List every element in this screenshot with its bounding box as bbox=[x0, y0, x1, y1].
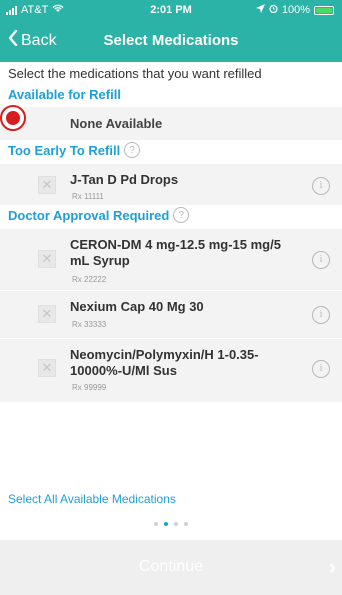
medication-name: Nexium Cap 40 Mg 30 bbox=[70, 299, 204, 314]
medication-rx: Rx 22222 bbox=[72, 275, 107, 284]
continue-button[interactable]: Continue bbox=[0, 558, 342, 576]
medication-row-3[interactable]: ✕ Nexium Cap 40 Mg 30 Rx 33333 i bbox=[0, 290, 342, 338]
alarm-icon bbox=[269, 4, 278, 16]
instructions-text: Select the medications that you want ref… bbox=[8, 66, 262, 81]
medication-row-4[interactable]: ✕ Neomycin/Polymyxin/H 1-0.35-10000%-U/M… bbox=[0, 338, 342, 402]
medication-rx: Rx 33333 bbox=[72, 320, 107, 329]
header-bar: AT&T 2:01 PM 100% Back Select Medication… bbox=[0, 0, 342, 62]
medication-name: CERON-DM 4 mg-12.5 mg-15 mg/5 mL Syrup bbox=[70, 237, 281, 268]
nav-bar: Back Select Medications bbox=[0, 26, 342, 60]
help-icon[interactable]: ? bbox=[173, 207, 190, 223]
medication-row-2[interactable]: ✕ CERON-DM 4 mg-12.5 mg-15 mg/5 mL Syrup… bbox=[0, 228, 342, 290]
battery-percent: 100% bbox=[281, 4, 310, 16]
medication-checkbox[interactable]: ✕ bbox=[38, 359, 56, 377]
page-dot bbox=[174, 522, 178, 526]
medication-name: J-Tan D Pd Drops bbox=[70, 172, 179, 187]
info-icon[interactable]: i bbox=[312, 360, 330, 378]
footer-bar: Continue › bbox=[0, 540, 342, 595]
page-dot bbox=[154, 522, 158, 526]
page-indicator bbox=[0, 522, 342, 526]
record-indicator-icon bbox=[0, 105, 26, 131]
section-too-early-title: Too Early To Refill bbox=[8, 142, 121, 158]
medication-rx: Rx 11111 bbox=[72, 192, 104, 201]
section-available-header: Available for Refill bbox=[0, 84, 342, 104]
section-doctor-title: Doctor Approval Required bbox=[8, 207, 170, 223]
info-icon[interactable]: i bbox=[312, 306, 330, 324]
section-too-early-header: Too Early To Refill ? bbox=[0, 140, 342, 160]
medication-rx: Rx 99999 bbox=[72, 383, 107, 392]
battery-icon bbox=[314, 5, 334, 15]
page-title: Select Medications bbox=[103, 32, 239, 49]
location-icon bbox=[255, 4, 265, 16]
phone-screen: AT&T 2:01 PM 100% Back Select Medication… bbox=[0, 0, 342, 595]
medication-name: Neomycin/Polymyxin/H 1-0.35-10000%-U/Ml … bbox=[70, 347, 259, 378]
status-bar: AT&T 2:01 PM 100% bbox=[0, 0, 342, 22]
page-dot-active bbox=[164, 522, 168, 526]
medication-row-1[interactable]: ✕ J-Tan D Pd Drops Rx 11111 i bbox=[0, 163, 342, 205]
empty-state-row: None Available bbox=[0, 106, 342, 140]
select-all-link[interactable]: Select All Available Medications bbox=[8, 492, 176, 506]
page-dot bbox=[184, 522, 188, 526]
medication-checkbox[interactable]: ✕ bbox=[38, 250, 56, 268]
info-icon[interactable]: i bbox=[312, 177, 330, 195]
section-doctor-header: Doctor Approval Required ? bbox=[0, 205, 342, 225]
section-available-title: Available for Refill bbox=[8, 86, 121, 102]
medication-checkbox[interactable]: ✕ bbox=[38, 305, 56, 323]
empty-state-label: None Available bbox=[70, 116, 163, 131]
info-icon[interactable]: i bbox=[312, 251, 330, 269]
help-icon[interactable]: ? bbox=[124, 142, 141, 158]
medication-checkbox[interactable]: ✕ bbox=[38, 176, 56, 194]
status-right: 100% bbox=[255, 4, 334, 16]
chevron-right-icon[interactable]: › bbox=[329, 554, 336, 580]
